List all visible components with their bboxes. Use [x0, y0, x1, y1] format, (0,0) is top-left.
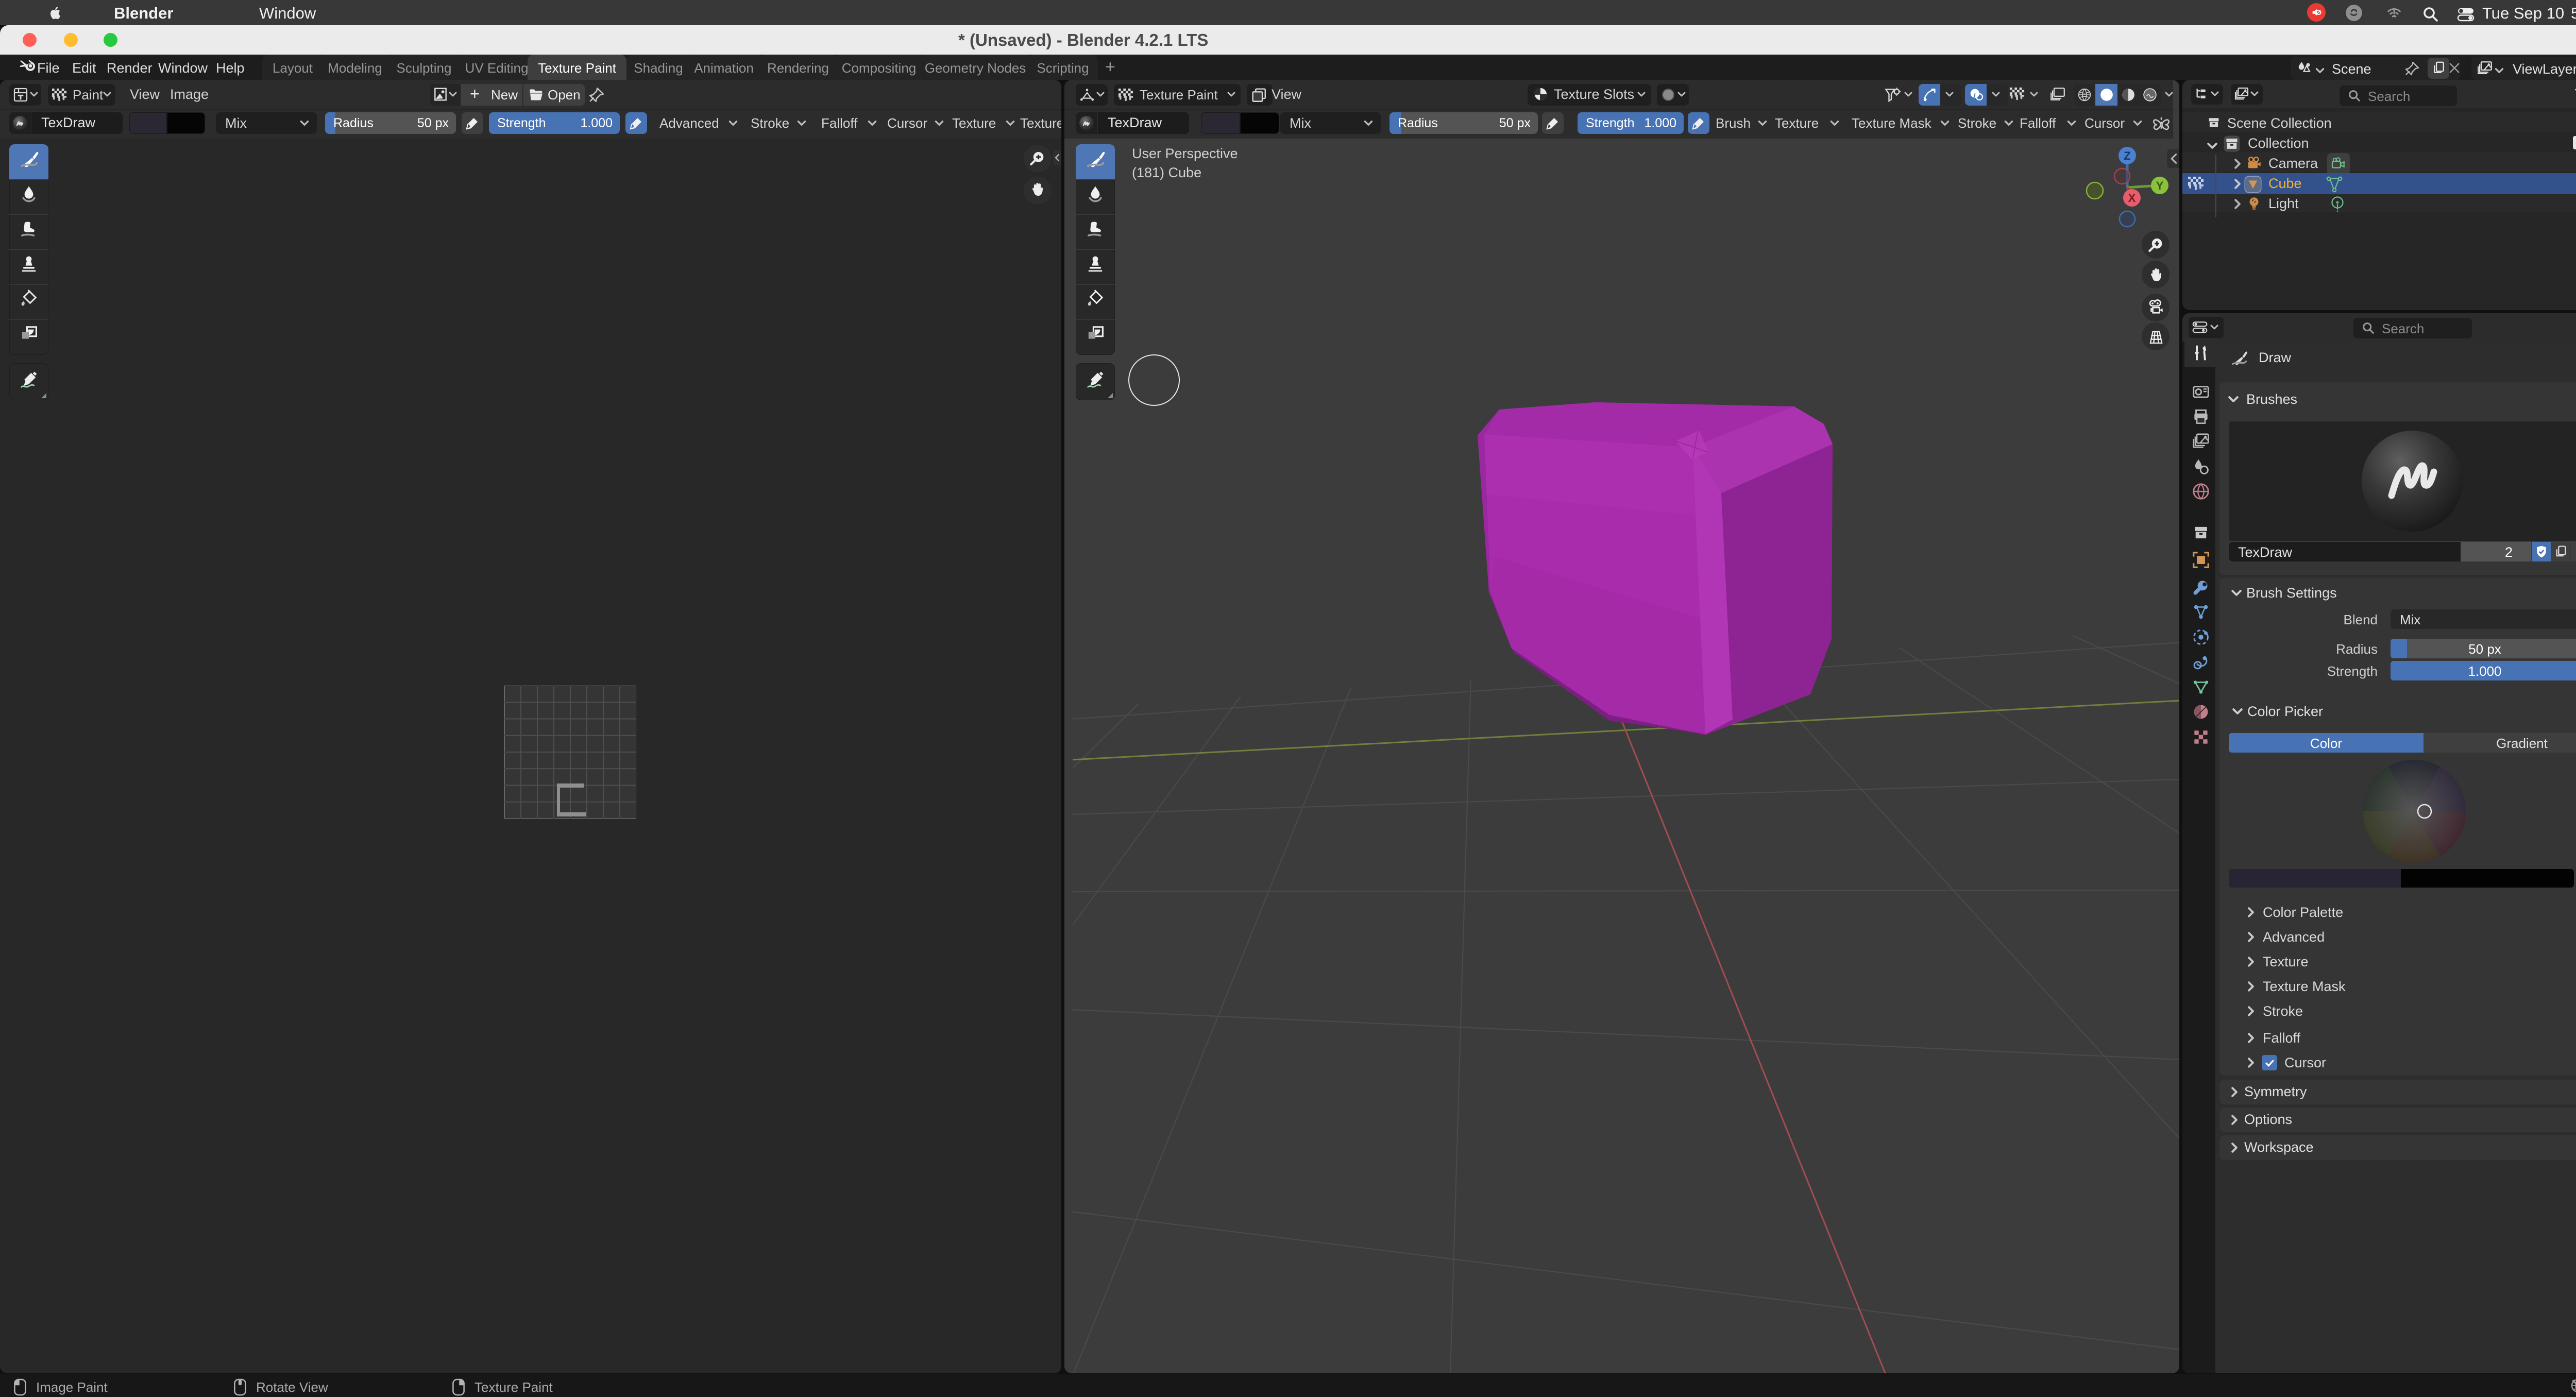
svg-text:Y: Y	[2156, 179, 2164, 192]
svg-text:X: X	[2128, 192, 2136, 205]
svg-text:Z: Z	[2124, 149, 2130, 162]
